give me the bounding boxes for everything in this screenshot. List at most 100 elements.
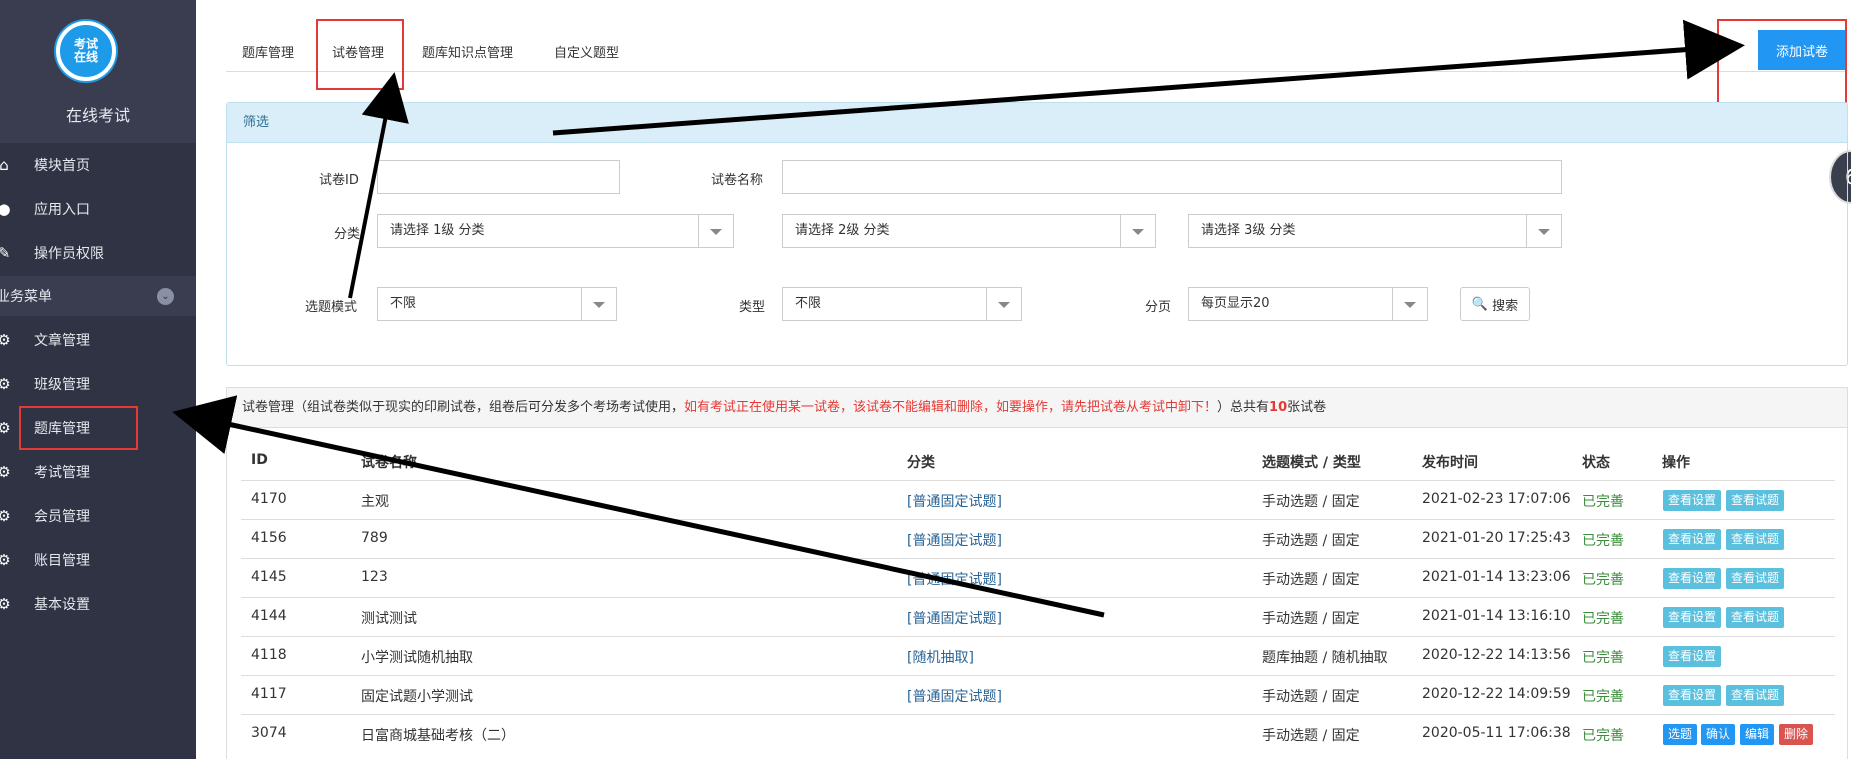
view-questions-button[interactable]: 查看试题 (1726, 490, 1785, 511)
view-settings-button[interactable]: 查看设置 (1663, 646, 1722, 667)
cell-mode: 手动选题 / 固定 (1262, 611, 1360, 627)
type-select[interactable]: 不限 (782, 287, 1022, 321)
table-note-suffix: 张试卷 (1287, 400, 1327, 415)
cell-time: 2021-01-14 13:23:06 (1422, 569, 1571, 585)
caret-down-icon (593, 302, 605, 308)
cell-id: 4156 (251, 530, 287, 546)
search-button[interactable]: 🔍 搜索 (1460, 287, 1530, 321)
column-header-category: 分类 (907, 455, 935, 471)
sidebar-item-settings[interactable]: ⚙ 基本设置 (0, 584, 196, 624)
sidebar-item-permission[interactable]: ✎ 操作员权限 (0, 233, 196, 273)
cell-name: 固定试题小学测试 (361, 689, 473, 705)
category-level2-select[interactable]: 请选择 2级 分类 (782, 214, 1156, 248)
select-divider (698, 215, 699, 247)
sidebar-item-label: 文章管理 (34, 333, 90, 349)
select-value: 请选择 1级 分类 (390, 223, 485, 238)
gear-icon: ⚙ (0, 419, 11, 437)
table-note-warning: 如有考试正在使用某一试卷，该试卷不能编辑和删除，如要操作，请先把试卷从考试中卸下… (684, 400, 1218, 415)
sidebar-item-class[interactable]: ⚙ 班级管理 (0, 364, 196, 404)
view-questions-button[interactable]: 查看试题 (1726, 607, 1785, 628)
cell-mode: 手动选题 / 固定 (1262, 494, 1360, 510)
sidebar-item-article[interactable]: ⚙ 文章管理 (0, 320, 196, 360)
tab-question-bank[interactable]: 题库管理 (242, 42, 294, 61)
sidebar-item-label: 基本设置 (34, 597, 90, 613)
sidebar-item-home[interactable]: ⌂ 模块首页 (0, 145, 196, 185)
edit-button[interactable]: 编辑 (1740, 724, 1775, 745)
page-size-select[interactable]: 每页显示20 (1188, 287, 1428, 321)
mode-label: 选题模式 (305, 300, 358, 315)
paper-id-input[interactable] (377, 160, 620, 194)
table-header-note: 试卷管理（组试卷类似于现实的印刷试卷，组卷后可分发多个考场考试使用，如有考试正在… (227, 388, 1847, 428)
cell-time: 2020-05-11 17:06:38 (1422, 725, 1571, 741)
view-settings-button[interactable]: 查看设置 (1663, 568, 1722, 589)
table-row: 4117 固定试题小学测试 [普通固定试题] 手动选题 / 固定 2020-12… (241, 675, 1835, 714)
sidebar-group-business[interactable]: 业务菜单 ⌄ (0, 276, 196, 316)
cell-category-link[interactable]: [随机抽取] (907, 647, 974, 667)
cell-time: 2021-02-23 17:07:06 (1422, 491, 1571, 507)
cell-category-link[interactable]: [普通固定试题] (907, 569, 1002, 589)
cell-name: 789 (361, 530, 388, 546)
sidebar-item-exam[interactable]: ⚙ 考试管理 (0, 452, 196, 492)
cell-id: 4170 (251, 491, 287, 507)
confirm-button[interactable]: 确认 (1701, 724, 1736, 745)
view-settings-button[interactable]: 查看设置 (1663, 685, 1722, 706)
highlight-box (19, 406, 138, 450)
sidebar-item-member[interactable]: ⚙ 会员管理 (0, 496, 196, 536)
column-header-mode: 选题模式 / 类型 (1262, 455, 1361, 471)
entry-icon: ● (0, 200, 11, 218)
tab-custom-type[interactable]: 自定义题型 (554, 42, 619, 61)
sidebar: 考试 在线 在线考试 ⌂ 模块首页 ● 应用入口 ✎ 操作员权限 业务菜单 ⌄ … (0, 0, 196, 759)
cell-time: 2020-12-22 14:09:59 (1422, 686, 1571, 702)
mode-select[interactable]: 不限 (377, 287, 617, 321)
sidebar-item-label: 考试管理 (34, 465, 90, 481)
table-note-mid: ）总共有 (1217, 400, 1270, 415)
cell-category-link[interactable]: [普通固定试题] (907, 491, 1002, 511)
column-header-time: 发布时间 (1422, 455, 1478, 471)
cell-id: 4118 (251, 647, 287, 663)
select-value: 每页显示20 (1201, 296, 1270, 311)
view-settings-button[interactable]: 查看设置 (1663, 607, 1722, 628)
gear-icon: ⚙ (0, 375, 11, 393)
table-row: 4170 主观 [普通固定试题] 手动选题 / 固定 2021-02-23 17… (241, 480, 1835, 519)
gear-icon: ⚙ (0, 463, 11, 481)
cell-category-link[interactable]: [普通固定试题] (907, 608, 1002, 628)
select-value: 不限 (390, 296, 417, 311)
cell-mode: 手动选题 / 固定 (1262, 533, 1360, 549)
view-settings-button[interactable]: 查看设置 (1663, 529, 1722, 550)
view-questions-button[interactable]: 查看试题 (1726, 685, 1785, 706)
cell-category-link[interactable]: [普通固定试题] (907, 530, 1002, 550)
cell-status: 已完善 (1582, 689, 1624, 705)
paper-name-input[interactable] (782, 160, 1562, 194)
cell-id: 3074 (251, 725, 287, 741)
table-row: 4144 测试测试 [普通固定试题] 手动选题 / 固定 2021-01-14 … (241, 597, 1835, 636)
page-size-label: 分页 (1145, 300, 1172, 315)
select-divider (1526, 215, 1527, 247)
category-level3-select[interactable]: 请选择 3级 分类 (1188, 214, 1562, 248)
select-divider (1120, 215, 1121, 247)
cell-id: 4144 (251, 608, 287, 624)
delete-button[interactable]: 删除 (1779, 724, 1814, 745)
gear-icon: ⚙ (0, 551, 11, 569)
view-questions-button[interactable]: 查看试题 (1726, 529, 1785, 550)
select-divider (1392, 288, 1393, 320)
cell-category-link[interactable]: [普通固定试题] (907, 686, 1002, 706)
sidebar-item-account[interactable]: ⚙ 账目管理 (0, 540, 196, 580)
view-settings-button[interactable]: 查看设置 (1663, 490, 1722, 511)
select-questions-button[interactable]: 选题 (1663, 724, 1698, 745)
cell-status: 已完善 (1582, 572, 1624, 588)
cell-name: 测试测试 (361, 611, 417, 627)
sidebar-header: 考试 在线 在线考试 (0, 0, 196, 143)
tab-knowledge-point[interactable]: 题库知识点管理 (422, 42, 513, 61)
cell-time: 2021-01-14 13:16:10 (1422, 608, 1571, 624)
view-questions-button[interactable]: 查看试题 (1726, 568, 1785, 589)
sidebar-item-entry[interactable]: ● 应用入口 (0, 189, 196, 229)
column-header-id: ID (251, 452, 268, 468)
table-row: 3074 日富商城基础考核（二） 手动选题 / 固定 2020-05-11 17… (241, 714, 1835, 753)
table-row: 4118 小学测试随机抽取 [随机抽取] 题库抽题 / 随机抽取 2020-12… (241, 636, 1835, 675)
app-name: 在线考试 (65, 106, 130, 125)
category-level1-select[interactable]: 请选择 1级 分类 (377, 214, 734, 248)
sidebar-item-label: 班级管理 (34, 377, 90, 393)
table-note-prefix: 试卷管理（组试卷类似于现实的印刷试卷，组卷后可分发多个考场考试使用， (242, 400, 685, 415)
gear-icon: ⚙ (0, 507, 11, 525)
cell-name: 日富商城基础考核（二） (361, 728, 515, 744)
